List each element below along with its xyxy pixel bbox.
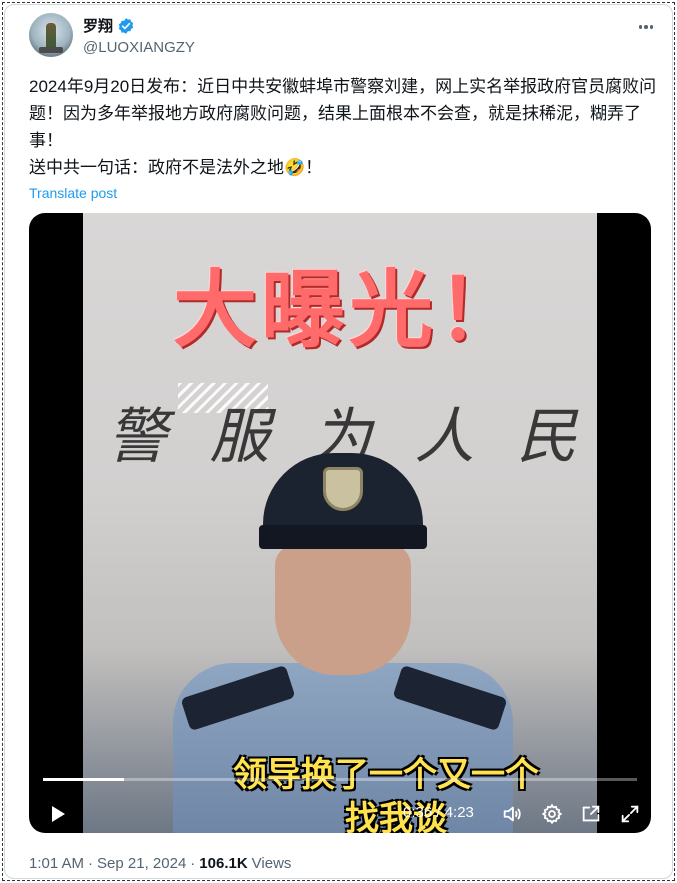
- meta-separator: ·: [88, 855, 94, 872]
- statue-base: [39, 47, 63, 53]
- officer-face: [275, 545, 411, 675]
- author-handle[interactable]: @LUOXIANGZY: [83, 39, 195, 56]
- pip-icon[interactable]: [576, 799, 606, 829]
- calligraphy-char: 服: [209, 402, 270, 472]
- video-player[interactable]: 大曝光！ 警 服 为 人 民 领导换了一个又一个 找我谈 0:36 / 4:23: [29, 213, 651, 833]
- play-icon[interactable]: [43, 799, 73, 829]
- settings-icon[interactable]: [537, 799, 567, 829]
- views-label: Views: [251, 855, 292, 872]
- police-badge-icon: [323, 467, 363, 511]
- meta-separator: ·: [190, 855, 196, 872]
- video-banner-text: 大曝光！: [173, 261, 526, 359]
- views-count: 106.1K: [199, 855, 248, 872]
- author-name[interactable]: 罗翔: [83, 15, 113, 36]
- calligraphy-char: 警: [107, 402, 167, 472]
- video-progress-bar[interactable]: [43, 778, 637, 781]
- statue-figure: [46, 23, 56, 49]
- calligraphy-char: 民: [517, 402, 577, 472]
- post-date[interactable]: Sep 21, 2024: [97, 855, 186, 872]
- police-cap-band: [259, 525, 427, 549]
- translate-post-link[interactable]: Translate post: [29, 185, 117, 201]
- video-subtitle-line1: 领导换了一个又一个: [233, 755, 539, 795]
- video-progress-fill: [43, 778, 125, 781]
- verified-badge-icon: [118, 17, 134, 34]
- volume-icon[interactable]: [497, 799, 527, 829]
- post-text: 2024年9月20日发布：近日中共安徽蚌埠市警察刘建，网上实名举报政府官员腐败问…: [29, 77, 657, 177]
- more-icon[interactable]: [634, 17, 658, 37]
- calligraphy-char: 人: [414, 402, 475, 472]
- post-card[interactable]: 罗翔 @LUOXIANGZY 2024年9月20日发布：近日中共安徽蚌埠市警察刘…: [4, 4, 673, 879]
- video-time: 0:36 / 4:23: [403, 804, 474, 821]
- fullscreen-icon[interactable]: [615, 799, 645, 829]
- video-frame: 大曝光！ 警 服 为 人 民 领导换了一个又一个 找我谈: [83, 213, 597, 833]
- avatar[interactable]: [29, 13, 73, 57]
- post-meta: 1:01 AM · Sep 21, 2024 · 106.1K Views: [29, 855, 291, 872]
- author-row: 罗翔: [83, 15, 135, 36]
- post-time[interactable]: 1:01 AM: [29, 855, 84, 872]
